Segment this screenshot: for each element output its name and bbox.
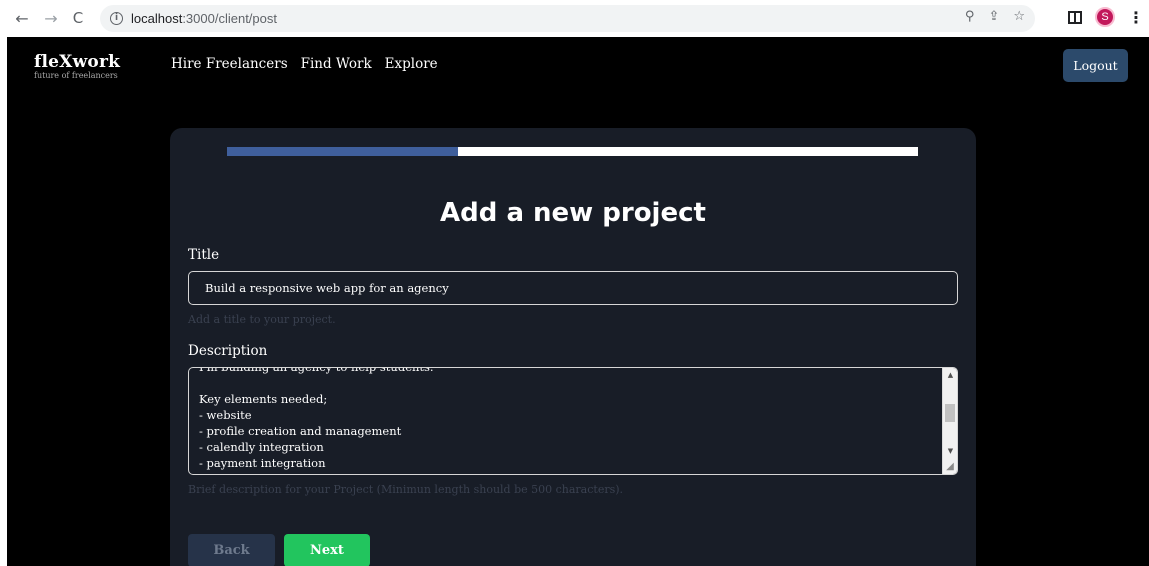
progress-fill: [227, 147, 458, 156]
profile-avatar[interactable]: S: [1095, 7, 1115, 27]
side-panel-icon[interactable]: [1068, 10, 1082, 24]
description-textarea[interactable]: I'm building an agency to help students.…: [188, 367, 958, 475]
scroll-up-arrow-icon[interactable]: ▲: [943, 370, 957, 380]
url-text[interactable]: localhost:3000/client/post: [131, 11, 277, 26]
new-project-form-card: Add a new project Title Add a title to y…: [170, 128, 976, 566]
description-text: I'm building an agency to help students.…: [199, 367, 434, 474]
scroll-down-arrow-icon[interactable]: ▼: [943, 446, 957, 456]
scrollbar-thumb[interactable]: [945, 404, 955, 422]
brand-logo[interactable]: fleXwork future of freelancers: [34, 52, 120, 80]
address-bar[interactable]: i localhost:3000/client/post ⚲ ⇪ ☆: [100, 5, 1035, 32]
form-heading: Add a new project: [440, 198, 706, 228]
description-scrollbar[interactable]: ▲ ▼: [942, 368, 957, 474]
title-label: Title: [188, 247, 220, 263]
top-navigation: Hire Freelancers Find Work Explore: [171, 56, 438, 72]
url-host: localhost: [131, 11, 183, 26]
more-menu-icon[interactable]: ⋮: [1128, 8, 1144, 27]
browser-toolbar: ← → C i localhost:3000/client/post ⚲ ⇪ ☆…: [0, 0, 1149, 37]
back-arrow-icon[interactable]: ←: [11, 7, 33, 29]
resize-grip-icon[interactable]: ◢: [944, 461, 956, 473]
reload-icon[interactable]: C: [67, 7, 89, 29]
nav-hire-freelancers[interactable]: Hire Freelancers: [171, 56, 288, 72]
app-page: fleXwork future of freelancers Hire Free…: [7, 37, 1149, 566]
forward-arrow-icon[interactable]: →: [40, 7, 62, 29]
next-button[interactable]: Next: [284, 534, 370, 566]
description-label: Description: [188, 343, 268, 359]
url-path: :3000/client/post: [182, 11, 277, 26]
info-icon[interactable]: i: [110, 12, 123, 25]
nav-find-work[interactable]: Find Work: [301, 56, 372, 72]
zoom-icon[interactable]: ⚲: [965, 9, 975, 24]
title-hint: Add a title to your project.: [188, 313, 336, 326]
browser-extensions: S ⋮: [1068, 7, 1144, 27]
nav-explore[interactable]: Explore: [385, 56, 438, 72]
share-icon[interactable]: ⇪: [988, 9, 999, 24]
brand-name: fleXwork: [34, 52, 121, 72]
logout-button[interactable]: Logout: [1063, 49, 1128, 82]
progress-bar: [227, 147, 918, 156]
brand-tagline: future of freelancers: [34, 71, 118, 80]
bookmark-star-icon[interactable]: ☆: [1013, 9, 1025, 24]
description-hint: Brief description for your Project (Mini…: [188, 483, 624, 496]
back-button[interactable]: Back: [188, 534, 275, 566]
title-input[interactable]: [188, 271, 958, 305]
omnibox-actions: ⚲ ⇪ ☆: [965, 9, 1025, 24]
